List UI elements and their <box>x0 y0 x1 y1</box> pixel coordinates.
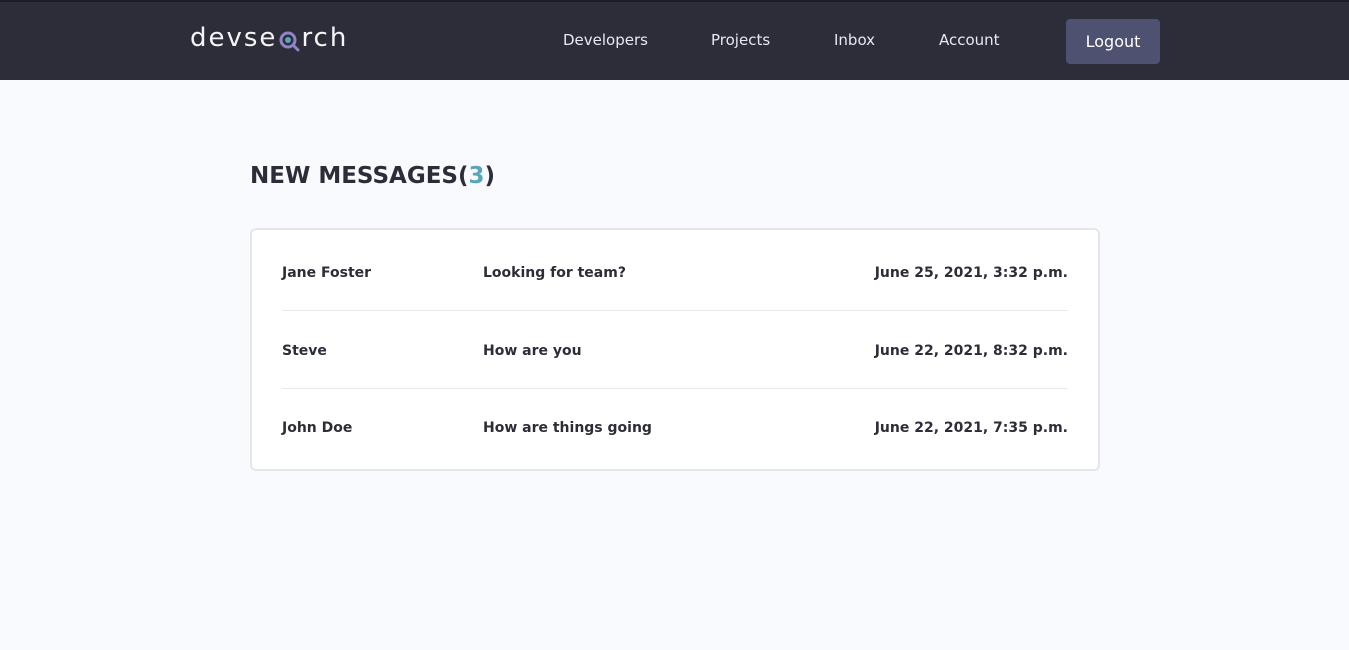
message-date: June 25, 2021, 3:32 p.m. <box>874 265 1068 281</box>
message-list: Jane Foster Looking for team? June 25, 2… <box>250 228 1100 471</box>
message-sender: Steve <box>282 343 327 359</box>
brand-logo[interactable]: devse rch <box>190 23 348 53</box>
message-subject[interactable]: How are things going <box>483 420 652 436</box>
nav-link-account[interactable]: Account <box>939 31 1000 49</box>
top-navbar: devse rch Developers Projects Inbox Accou… <box>0 0 1349 80</box>
magnifier-icon <box>278 29 300 52</box>
nav-link-inbox[interactable]: Inbox <box>834 31 875 49</box>
logout-button[interactable]: Logout <box>1066 19 1160 64</box>
message-date: June 22, 2021, 7:35 p.m. <box>874 420 1068 436</box>
page-title-text: NEW MESSAGES( <box>250 163 469 189</box>
nav-link-projects[interactable]: Projects <box>711 31 770 49</box>
message-subject[interactable]: How are you <box>483 343 582 359</box>
message-date: June 22, 2021, 8:32 p.m. <box>874 343 1068 359</box>
logo-text-end: rch <box>301 23 349 53</box>
message-row[interactable]: Steve How are you June 22, 2021, 8:32 p.… <box>282 311 1068 389</box>
message-subject[interactable]: Looking for team? <box>483 265 626 281</box>
message-row[interactable]: Jane Foster Looking for team? June 25, 2… <box>282 233 1068 311</box>
message-row[interactable]: John Doe How are things going June 22, 2… <box>282 388 1068 466</box>
logo-text-start: devse <box>190 23 278 53</box>
message-sender: John Doe <box>282 420 353 436</box>
unread-count-badge: 3 <box>468 163 485 189</box>
nav-link-developers[interactable]: Developers <box>563 31 648 49</box>
page-title: NEW MESSAGES(3) <box>250 163 495 189</box>
page-title-close: ) <box>484 163 496 189</box>
message-sender: Jane Foster <box>282 265 372 281</box>
